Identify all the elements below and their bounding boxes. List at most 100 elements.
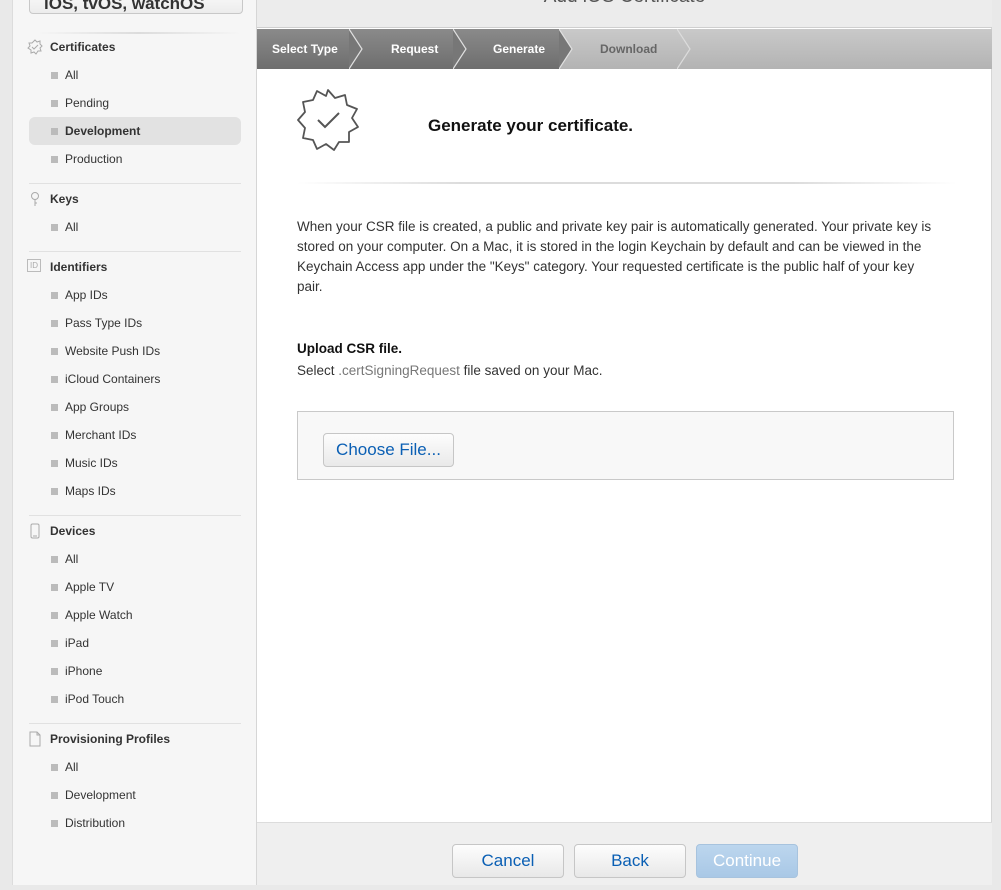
sidebar-item-ipad[interactable]: iPad xyxy=(29,629,241,657)
main-panel: Add iOS Certificate Select Type Request … xyxy=(257,0,992,885)
sidebar-divider xyxy=(29,723,241,724)
sidebar-section-header: Keys xyxy=(13,185,257,213)
bullet-icon xyxy=(51,820,58,827)
sidebar-item-label: App IDs xyxy=(65,288,108,302)
sidebar-section-title: Keys xyxy=(50,192,79,206)
sidebar-item-all[interactable]: All xyxy=(29,213,241,241)
sidebar-item-label: Maps IDs xyxy=(65,484,116,498)
sidebar-item-music-ids[interactable]: Music IDs xyxy=(29,449,241,477)
id-icon: ID xyxy=(27,259,41,272)
bullet-icon xyxy=(51,696,58,703)
choose-file-button[interactable]: Choose File... xyxy=(323,433,454,467)
sidebar-item-label: Production xyxy=(65,152,123,166)
sidebar-item-all[interactable]: All xyxy=(29,545,241,573)
step-separator xyxy=(559,29,573,69)
sidebar-section-devices: Devices All Apple TV Apple Watch iPad iPhone i… xyxy=(13,517,257,713)
continue-button[interactable]: Continue xyxy=(696,844,798,878)
sidebar-item-label: iCloud Containers xyxy=(65,372,161,386)
sidebar-item-website-push-ids[interactable]: Website Push IDs xyxy=(29,337,241,365)
divider xyxy=(297,182,957,184)
sidebar-item-label: iPod Touch xyxy=(65,692,125,706)
title-bar: Add iOS Certificate xyxy=(257,0,992,28)
sidebar-section-header: Devices xyxy=(13,517,257,545)
sidebar-item-app-groups[interactable]: App Groups xyxy=(29,393,241,421)
sidebar-item-label: All xyxy=(65,760,79,774)
back-button[interactable]: Back xyxy=(574,844,686,878)
sidebar-section-title: Certificates xyxy=(50,40,116,54)
sidebar-item-production[interactable]: Production xyxy=(29,145,241,173)
sidebar-section-title: Provisioning Profiles xyxy=(50,732,171,746)
sidebar-section-keys: Keys All xyxy=(13,185,257,241)
bullet-icon xyxy=(51,320,58,327)
sidebar-item-maps-ids[interactable]: Maps IDs xyxy=(29,477,241,505)
upload-title: Upload CSR file. xyxy=(297,341,403,356)
step-label: Generate xyxy=(493,42,546,56)
bullet-icon xyxy=(51,404,58,411)
file-extension: .certSigningRequest xyxy=(338,363,460,378)
sidebar-item-apple-watch[interactable]: Apple Watch xyxy=(29,601,241,629)
page-title: Add iOS Certificate xyxy=(257,0,992,8)
sidebar-item-merchant-ids[interactable]: Merchant IDs xyxy=(29,421,241,449)
sidebar-item-icloud-containers[interactable]: iCloud Containers xyxy=(29,365,241,393)
sidebar-item-label: Website Push IDs xyxy=(65,344,161,358)
step-label: Select Type xyxy=(272,42,338,56)
device-icon xyxy=(27,523,43,539)
sidebar-section-identifiers: ID Identifiers App IDs Pass Type IDs Website… xyxy=(13,253,257,505)
sidebar-divider xyxy=(29,183,241,184)
step-generate: Generate xyxy=(453,29,573,69)
bullet-icon xyxy=(51,460,58,467)
sidebar-section-header: Certificates xyxy=(13,33,257,61)
step-request: Request xyxy=(349,29,467,69)
chevron-down-icon: ⌃ xyxy=(225,0,234,6)
footer-actions: Cancel Back Continue xyxy=(257,822,992,885)
upload-prefix: Select xyxy=(297,363,335,378)
certificate-icon xyxy=(27,39,43,55)
sidebar-item-development[interactable]: Development xyxy=(29,781,241,809)
sidebar-item-label: iPhone xyxy=(65,664,103,678)
sidebar-item-ipod-touch[interactable]: iPod Touch xyxy=(29,685,241,713)
sidebar-item-label: Pass Type IDs xyxy=(65,316,143,330)
step-download: Download xyxy=(559,29,691,69)
section-heading: Generate your certificate. xyxy=(428,116,634,135)
sidebar: iOS, tvOS, watchOS ⌃ Certificates All Pend… xyxy=(12,0,257,885)
sidebar-item-label: Development xyxy=(65,788,136,802)
sidebar-item-all[interactable]: All xyxy=(29,61,241,89)
sidebar-item-distribution[interactable]: Distribution xyxy=(29,809,241,837)
sidebar-item-iphone[interactable]: iPhone xyxy=(29,657,241,685)
bullet-icon xyxy=(51,612,58,619)
document-icon xyxy=(27,731,43,747)
sidebar-item-label: Apple TV xyxy=(65,580,115,594)
sidebar-item-pass-type-ids[interactable]: Pass Type IDs xyxy=(29,309,241,337)
bullet-icon xyxy=(51,432,58,439)
step-progress-bar: Select Type Request Generate Download xyxy=(257,29,992,69)
bullet-icon xyxy=(51,156,58,163)
bullet-icon xyxy=(51,224,58,231)
sidebar-item-label: All xyxy=(65,552,79,566)
key-icon xyxy=(27,191,43,207)
sidebar-item-all[interactable]: All xyxy=(29,753,241,781)
sidebar-item-apple-tv[interactable]: Apple TV xyxy=(29,573,241,601)
cancel-button[interactable]: Cancel xyxy=(452,844,564,878)
step-separator xyxy=(677,29,691,69)
sidebar-item-label: iPad xyxy=(65,636,90,650)
sidebar-item-label: All xyxy=(65,220,79,234)
sidebar-item-label: Merchant IDs xyxy=(65,428,137,442)
step-label: Download xyxy=(600,42,658,56)
bullet-icon xyxy=(51,128,58,135)
platform-selector[interactable]: iOS, tvOS, watchOS ⌃ xyxy=(29,0,243,14)
bullet-icon xyxy=(51,348,58,355)
bullet-icon xyxy=(51,668,58,675)
sidebar-item-pending[interactable]: Pending xyxy=(29,89,241,117)
sidebar-item-development[interactable]: Development xyxy=(29,117,241,145)
sidebar-section-title: Identifiers xyxy=(50,260,108,274)
sidebar-item-label: Music IDs xyxy=(65,456,118,470)
sidebar-section-provisioning-profiles: Provisioning Profiles All Development Distr… xyxy=(13,725,257,837)
certificate-badge-icon xyxy=(297,89,359,151)
sidebar-item-app-ids[interactable]: App IDs xyxy=(29,281,241,309)
bullet-icon xyxy=(51,640,58,647)
step-select-type: Select Type xyxy=(257,29,363,69)
sidebar-item-label: Development xyxy=(65,124,141,138)
sidebar-item-label: Pending xyxy=(65,96,110,110)
bullet-icon xyxy=(51,556,58,563)
sidebar-section-title: Devices xyxy=(50,524,96,538)
